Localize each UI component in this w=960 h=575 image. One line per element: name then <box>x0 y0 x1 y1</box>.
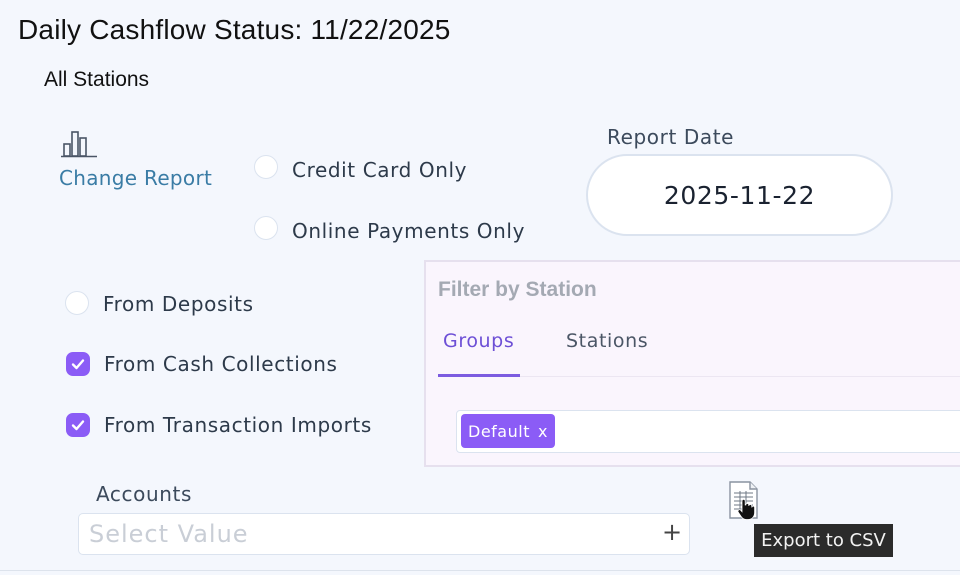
online-payments-only-label: Online Payments Only <box>292 219 526 243</box>
group-tag-default: Default x <box>461 414 555 448</box>
from-cash-collections-option[interactable]: From Cash Collections <box>66 352 338 376</box>
from-deposits-option[interactable]: From Deposits <box>65 290 254 316</box>
from-transaction-imports-checkbox[interactable] <box>66 413 90 437</box>
bar-chart-icon[interactable] <box>60 128 98 158</box>
filter-by-station-panel: Filter by Station Groups Stations Defaul… <box>424 260 960 467</box>
report-date-label: Report Date <box>607 125 735 149</box>
from-transaction-imports-label: From Transaction Imports <box>104 413 372 437</box>
credit-card-only-checkbox[interactable] <box>254 155 278 179</box>
tab-groups[interactable]: Groups <box>443 330 514 352</box>
accounts-select-placeholder: Select Value <box>89 520 249 548</box>
tag-label: Default <box>468 421 530 441</box>
from-cash-collections-label: From Cash Collections <box>104 352 338 376</box>
checkmark-icon <box>71 359 85 370</box>
from-cash-collections-checkbox[interactable] <box>66 352 90 376</box>
from-transaction-imports-option[interactable]: From Transaction Imports <box>66 413 372 437</box>
active-tab-indicator <box>438 374 520 377</box>
export-csv-tooltip: Export to CSV <box>754 524 893 557</box>
checkmark-icon <box>71 420 85 431</box>
csv-file-icon[interactable] <box>726 480 760 524</box>
online-payments-only-option[interactable]: Online Payments Only <box>254 213 525 243</box>
report-date-input[interactable]: 2025-11-22 <box>586 154 893 236</box>
change-report-link[interactable]: Change Report <box>59 166 212 190</box>
page-subtitle: All Stations <box>44 68 150 91</box>
credit-card-only-option[interactable]: Credit Card Only <box>254 152 467 182</box>
from-deposits-checkbox[interactable] <box>65 291 89 315</box>
station-group-tag-input[interactable]: Default x <box>456 410 960 453</box>
from-deposits-label: From Deposits <box>103 292 254 316</box>
page-title: Daily Cashflow Status: 11/22/2025 <box>18 14 451 45</box>
accounts-select[interactable]: Select Value + <box>78 513 690 555</box>
credit-card-only-label: Credit Card Only <box>292 158 468 182</box>
add-account-button[interactable]: + <box>662 518 682 546</box>
online-payments-only-checkbox[interactable] <box>254 216 278 240</box>
accounts-label: Accounts <box>96 482 192 506</box>
remove-tag-button[interactable]: x <box>538 422 548 441</box>
tab-stations[interactable]: Stations <box>566 330 648 352</box>
bottom-divider <box>0 570 960 571</box>
filter-panel-title: Filter by Station <box>438 278 597 301</box>
